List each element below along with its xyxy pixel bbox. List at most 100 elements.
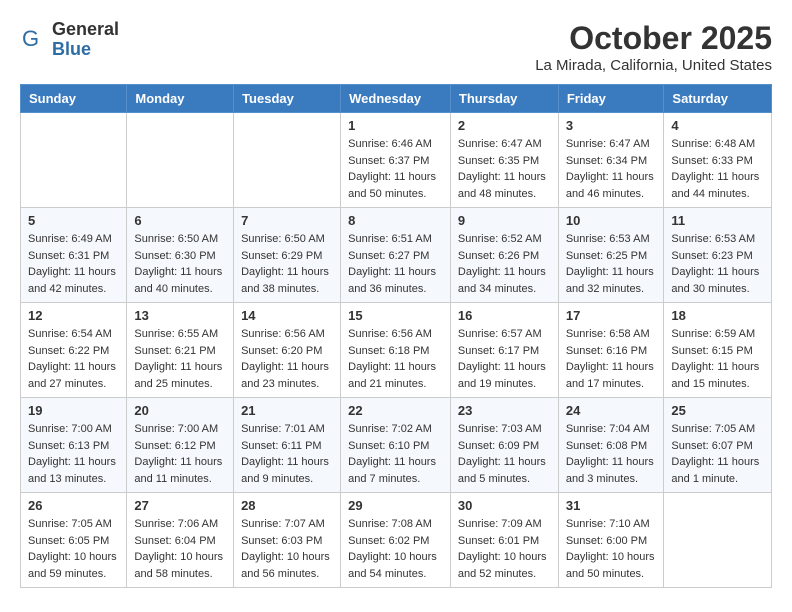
day-info: Sunrise: 7:03 AM Sunset: 6:09 PM Dayligh… bbox=[458, 421, 551, 487]
day-info: Sunrise: 6:46 AM Sunset: 6:37 PM Dayligh… bbox=[348, 136, 443, 202]
day-number: 6 bbox=[134, 213, 226, 228]
day-number: 15 bbox=[348, 308, 443, 323]
calendar-day-cell: 6 Sunrise: 6:50 AM Sunset: 6:30 PM Daylig… bbox=[127, 208, 234, 303]
calendar-week-row: 19 Sunrise: 7:00 AM Sunset: 6:13 PM Dayli… bbox=[21, 398, 772, 493]
day-number: 22 bbox=[348, 403, 443, 418]
calendar-day-cell: 17Sunrise: 6:58 AM Sunset: 6:16 PM Dayli… bbox=[558, 303, 664, 398]
weekday-header: Saturday bbox=[664, 85, 772, 113]
weekday-header: Sunday bbox=[21, 85, 127, 113]
calendar-day-cell: 11 Sunrise: 6:53 AM Sunset: 6:23 PM Dayli… bbox=[664, 208, 772, 303]
day-number: 5 bbox=[28, 213, 119, 228]
calendar-day-cell: 9Sunrise: 6:52 AM Sunset: 6:26 PM Daylig… bbox=[450, 208, 558, 303]
calendar-empty-cell bbox=[21, 113, 127, 208]
day-number: 24 bbox=[566, 403, 657, 418]
calendar-day-cell: 8 Sunrise: 6:51 AM Sunset: 6:27 PM Daylig… bbox=[341, 208, 451, 303]
day-number: 29 bbox=[348, 498, 443, 513]
day-info: Sunrise: 6:56 AM Sunset: 6:20 PM Dayligh… bbox=[241, 326, 333, 392]
svg-text:G: G bbox=[22, 26, 39, 51]
calendar-day-cell: 3 Sunrise: 6:47 AM Sunset: 6:34 PM Daylig… bbox=[558, 113, 664, 208]
calendar-day-cell: 4 Sunrise: 6:48 AM Sunset: 6:33 PM Daylig… bbox=[664, 113, 772, 208]
day-info: Sunrise: 6:59 AM Sunset: 6:15 PM Dayligh… bbox=[671, 326, 764, 392]
day-number: 8 bbox=[348, 213, 443, 228]
calendar-table: SundayMondayTuesdayWednesdayThursdayFrid… bbox=[20, 84, 772, 588]
location: La Mirada, California, United States bbox=[535, 57, 772, 74]
calendar-day-cell: 13 Sunrise: 6:55 AM Sunset: 6:21 PM Dayli… bbox=[127, 303, 234, 398]
day-info: Sunrise: 6:50 AM Sunset: 6:29 PM Dayligh… bbox=[241, 231, 333, 297]
day-number: 31 bbox=[566, 498, 657, 513]
day-number: 3 bbox=[566, 118, 657, 133]
day-info: Sunrise: 7:05 AM Sunset: 6:07 PM Dayligh… bbox=[671, 421, 764, 487]
calendar-day-cell: 20Sunrise: 7:00 AM Sunset: 6:12 PM Dayli… bbox=[127, 398, 234, 493]
calendar-day-cell: 18 Sunrise: 6:59 AM Sunset: 6:15 PM Dayli… bbox=[664, 303, 772, 398]
calendar-day-cell: 29 Sunrise: 7:08 AM Sunset: 6:02 PM Dayli… bbox=[341, 493, 451, 588]
day-number: 12 bbox=[28, 308, 119, 323]
day-number: 10 bbox=[566, 213, 657, 228]
day-number: 18 bbox=[671, 308, 764, 323]
day-info: Sunrise: 6:51 AM Sunset: 6:27 PM Dayligh… bbox=[348, 231, 443, 297]
weekday-header: Tuesday bbox=[234, 85, 341, 113]
calendar-day-cell: 26 Sunrise: 7:05 AM Sunset: 6:05 PM Dayli… bbox=[21, 493, 127, 588]
calendar-day-cell: 31 Sunrise: 7:10 AM Sunset: 6:00 PM Dayli… bbox=[558, 493, 664, 588]
day-info: Sunrise: 6:48 AM Sunset: 6:33 PM Dayligh… bbox=[671, 136, 764, 202]
day-info: Sunrise: 6:58 AM Sunset: 6:16 PM Dayligh… bbox=[566, 326, 657, 392]
logo-text: General Blue bbox=[52, 20, 119, 60]
logo-general: General bbox=[52, 20, 119, 40]
day-number: 30 bbox=[458, 498, 551, 513]
page-header: G General Blue October 2025 La Mirada, C… bbox=[20, 20, 772, 74]
day-info: Sunrise: 7:00 AM Sunset: 6:13 PM Dayligh… bbox=[28, 421, 119, 487]
day-info: Sunrise: 7:01 AM Sunset: 6:11 PM Dayligh… bbox=[241, 421, 333, 487]
day-info: Sunrise: 6:47 AM Sunset: 6:34 PM Dayligh… bbox=[566, 136, 657, 202]
day-info: Sunrise: 7:07 AM Sunset: 6:03 PM Dayligh… bbox=[241, 516, 333, 582]
day-number: 16 bbox=[458, 308, 551, 323]
calendar-day-cell: 15 Sunrise: 6:56 AM Sunset: 6:18 PM Dayli… bbox=[341, 303, 451, 398]
day-number: 26 bbox=[28, 498, 119, 513]
day-number: 7 bbox=[241, 213, 333, 228]
calendar-week-row: 1 Sunrise: 6:46 AM Sunset: 6:37 PM Daylig… bbox=[21, 113, 772, 208]
day-number: 21 bbox=[241, 403, 333, 418]
weekday-header: Friday bbox=[558, 85, 664, 113]
calendar-day-cell: 25 Sunrise: 7:05 AM Sunset: 6:07 PM Dayli… bbox=[664, 398, 772, 493]
calendar-day-cell: 27Sunrise: 7:06 AM Sunset: 6:04 PM Dayli… bbox=[127, 493, 234, 588]
day-number: 4 bbox=[671, 118, 764, 133]
calendar-day-cell: 12 Sunrise: 6:54 AM Sunset: 6:22 PM Dayli… bbox=[21, 303, 127, 398]
day-info: Sunrise: 6:47 AM Sunset: 6:35 PM Dayligh… bbox=[458, 136, 551, 202]
logo: G General Blue bbox=[20, 20, 119, 60]
day-number: 11 bbox=[671, 213, 764, 228]
day-info: Sunrise: 6:53 AM Sunset: 6:25 PM Dayligh… bbox=[566, 231, 657, 297]
calendar-day-cell: 5 Sunrise: 6:49 AM Sunset: 6:31 PM Daylig… bbox=[21, 208, 127, 303]
calendar-day-cell: 1 Sunrise: 6:46 AM Sunset: 6:37 PM Daylig… bbox=[341, 113, 451, 208]
day-number: 19 bbox=[28, 403, 119, 418]
weekday-header: Thursday bbox=[450, 85, 558, 113]
day-number: 28 bbox=[241, 498, 333, 513]
calendar-empty-cell bbox=[664, 493, 772, 588]
day-info: Sunrise: 7:08 AM Sunset: 6:02 PM Dayligh… bbox=[348, 516, 443, 582]
day-info: Sunrise: 7:05 AM Sunset: 6:05 PM Dayligh… bbox=[28, 516, 119, 582]
calendar-week-row: 12 Sunrise: 6:54 AM Sunset: 6:22 PM Dayli… bbox=[21, 303, 772, 398]
calendar-day-cell: 21 Sunrise: 7:01 AM Sunset: 6:11 PM Dayli… bbox=[234, 398, 341, 493]
day-info: Sunrise: 6:49 AM Sunset: 6:31 PM Dayligh… bbox=[28, 231, 119, 297]
calendar-day-cell: 14Sunrise: 6:56 AM Sunset: 6:20 PM Dayli… bbox=[234, 303, 341, 398]
day-info: Sunrise: 6:50 AM Sunset: 6:30 PM Dayligh… bbox=[134, 231, 226, 297]
calendar-day-cell: 2 Sunrise: 6:47 AM Sunset: 6:35 PM Daylig… bbox=[450, 113, 558, 208]
calendar-day-cell: 16Sunrise: 6:57 AM Sunset: 6:17 PM Dayli… bbox=[450, 303, 558, 398]
day-number: 20 bbox=[134, 403, 226, 418]
calendar-day-cell: 24Sunrise: 7:04 AM Sunset: 6:08 PM Dayli… bbox=[558, 398, 664, 493]
day-number: 23 bbox=[458, 403, 551, 418]
day-info: Sunrise: 7:09 AM Sunset: 6:01 PM Dayligh… bbox=[458, 516, 551, 582]
day-number: 1 bbox=[348, 118, 443, 133]
logo-icon: G bbox=[20, 26, 48, 54]
calendar-header-row: SundayMondayTuesdayWednesdayThursdayFrid… bbox=[21, 85, 772, 113]
day-info: Sunrise: 6:53 AM Sunset: 6:23 PM Dayligh… bbox=[671, 231, 764, 297]
day-info: Sunrise: 6:56 AM Sunset: 6:18 PM Dayligh… bbox=[348, 326, 443, 392]
day-number: 25 bbox=[671, 403, 764, 418]
calendar-empty-cell bbox=[127, 113, 234, 208]
day-info: Sunrise: 7:10 AM Sunset: 6:00 PM Dayligh… bbox=[566, 516, 657, 582]
day-number: 13 bbox=[134, 308, 226, 323]
day-number: 2 bbox=[458, 118, 551, 133]
calendar-day-cell: 19 Sunrise: 7:00 AM Sunset: 6:13 PM Dayli… bbox=[21, 398, 127, 493]
calendar-day-cell: 30 Sunrise: 7:09 AM Sunset: 6:01 PM Dayli… bbox=[450, 493, 558, 588]
calendar-empty-cell bbox=[234, 113, 341, 208]
day-info: Sunrise: 7:06 AM Sunset: 6:04 PM Dayligh… bbox=[134, 516, 226, 582]
day-info: Sunrise: 6:54 AM Sunset: 6:22 PM Dayligh… bbox=[28, 326, 119, 392]
day-info: Sunrise: 6:55 AM Sunset: 6:21 PM Dayligh… bbox=[134, 326, 226, 392]
